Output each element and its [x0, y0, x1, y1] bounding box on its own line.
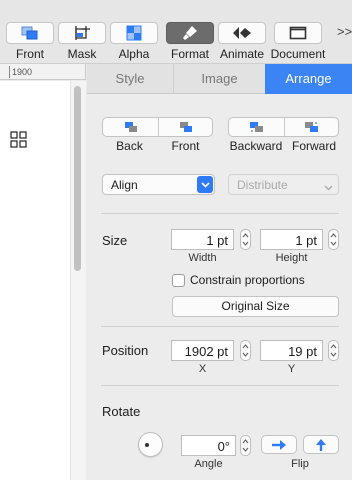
- bring-front-icon: [180, 122, 192, 132]
- angle-stepper[interactable]: [240, 435, 251, 456]
- tab-image[interactable]: Image: [174, 64, 265, 94]
- rotate-section-label: Rotate: [102, 404, 141, 419]
- document-icon: [289, 26, 307, 40]
- alpha-icon: [126, 25, 142, 41]
- backward-caption: Backward: [229, 139, 283, 153]
- height-caption: Height: [275, 252, 308, 264]
- format-icon: [183, 26, 197, 40]
- position-y-caption: Y: [287, 363, 296, 375]
- front-button[interactable]: [6, 22, 54, 44]
- align-select[interactable]: Align: [102, 174, 215, 195]
- angle-value: 0°: [217, 439, 230, 454]
- canvas[interactable]: [0, 81, 86, 480]
- tab-arrange[interactable]: Arrange: [265, 64, 352, 94]
- send-to-back-icon: [124, 122, 137, 132]
- size-section-label: Size: [102, 233, 128, 248]
- scrollbar-thumb[interactable]: [74, 86, 81, 271]
- flip-vertical-button[interactable]: [303, 435, 339, 454]
- animate-label: Animate: [219, 47, 265, 61]
- format-button[interactable]: [166, 22, 214, 44]
- ruler-label: 1900: [12, 67, 33, 77]
- constrain-proportions-label: Constrain proportions: [190, 273, 305, 287]
- position-y-field[interactable]: 19 pt: [260, 340, 323, 361]
- backward-button[interactable]: [229, 118, 284, 136]
- alpha-label: Alpha: [118, 47, 150, 61]
- toolbar: Front Mask Alpha Format Animate Document…: [0, 0, 352, 64]
- inspector-panel: Style Image Arrange Back Front Backward …: [87, 64, 352, 480]
- animate-button[interactable]: [218, 22, 266, 44]
- position-y-stepper[interactable]: [328, 340, 339, 361]
- back-button[interactable]: [103, 118, 158, 136]
- back-caption: Back: [116, 139, 143, 153]
- position-x-stepper[interactable]: [240, 340, 251, 361]
- rotation-dial[interactable]: [138, 432, 163, 457]
- toolbar-animate[interactable]: Animate: [213, 0, 271, 64]
- toolbar-mask[interactable]: Mask: [53, 0, 111, 64]
- flip-caption: Flip: [291, 458, 309, 470]
- section-divider: [101, 213, 339, 214]
- bring-forward-icon: [305, 122, 318, 132]
- width-value: 1 pt: [206, 233, 228, 248]
- document-button[interactable]: [274, 22, 322, 44]
- angle-caption: Angle: [194, 458, 223, 470]
- width-caption: Width: [188, 252, 217, 264]
- toolbar-alpha[interactable]: Alpha: [105, 0, 163, 64]
- horizontal-ruler: 1900: [0, 64, 86, 80]
- tab-style[interactable]: Style: [87, 64, 173, 94]
- front-caption: Front: [171, 139, 200, 153]
- forward-button[interactable]: [285, 118, 339, 136]
- animate-icon: [233, 27, 251, 39]
- chevron-down-icon: [197, 176, 213, 193]
- forward-caption: Forward: [291, 139, 336, 153]
- selected-object-handles-icon[interactable]: [10, 131, 28, 152]
- format-label: Format: [170, 47, 209, 61]
- toolbar-front[interactable]: Front: [1, 0, 59, 64]
- width-field[interactable]: 1 pt: [171, 229, 234, 250]
- rotation-dial-indicator: [145, 443, 149, 447]
- inspector-tabs: Style Image Arrange: [87, 64, 352, 94]
- front-order-button[interactable]: [159, 118, 213, 136]
- arrow-up-icon: [316, 438, 326, 451]
- position-x-value: 1902 pt: [184, 344, 228, 359]
- send-backward-icon: [249, 122, 263, 132]
- document-label: Document: [270, 47, 326, 61]
- arrow-right-icon: [272, 439, 286, 450]
- alpha-button[interactable]: [110, 22, 158, 44]
- original-size-button[interactable]: Original Size: [172, 296, 339, 317]
- chevron-down-icon: [324, 180, 333, 194]
- mask-icon: [75, 26, 90, 40]
- position-section-label: Position: [102, 343, 149, 358]
- constrain-proportions-checkbox[interactable]: [172, 274, 185, 287]
- backward-forward-segmented-control: [228, 117, 339, 137]
- toolbar-document[interactable]: Document: [269, 0, 327, 64]
- section-divider: [101, 326, 339, 327]
- mask-button[interactable]: [58, 22, 106, 44]
- width-stepper[interactable]: [240, 229, 251, 250]
- toolbar-format[interactable]: Format: [161, 0, 219, 64]
- section-divider: [101, 385, 339, 386]
- position-x-caption: X: [198, 363, 207, 375]
- position-y-value: 19 pt: [288, 344, 317, 359]
- flip-horizontal-button[interactable]: [261, 435, 297, 454]
- align-select-value: Align: [111, 178, 138, 192]
- height-value: 1 pt: [295, 233, 317, 248]
- angle-field[interactable]: 0°: [181, 435, 236, 456]
- bring-to-front-icon: [21, 26, 38, 40]
- front-label: Front: [15, 47, 44, 61]
- height-field[interactable]: 1 pt: [260, 229, 323, 250]
- position-x-field[interactable]: 1902 pt: [171, 340, 234, 361]
- mask-label: Mask: [67, 47, 97, 61]
- distribute-select-value: Distribute: [237, 178, 288, 192]
- ruler-tick: [9, 66, 10, 78]
- height-stepper[interactable]: [328, 229, 339, 250]
- toolbar-overflow-button[interactable]: >>: [337, 24, 352, 39]
- back-front-segmented-control: [102, 117, 213, 137]
- distribute-select[interactable]: Distribute: [228, 174, 339, 195]
